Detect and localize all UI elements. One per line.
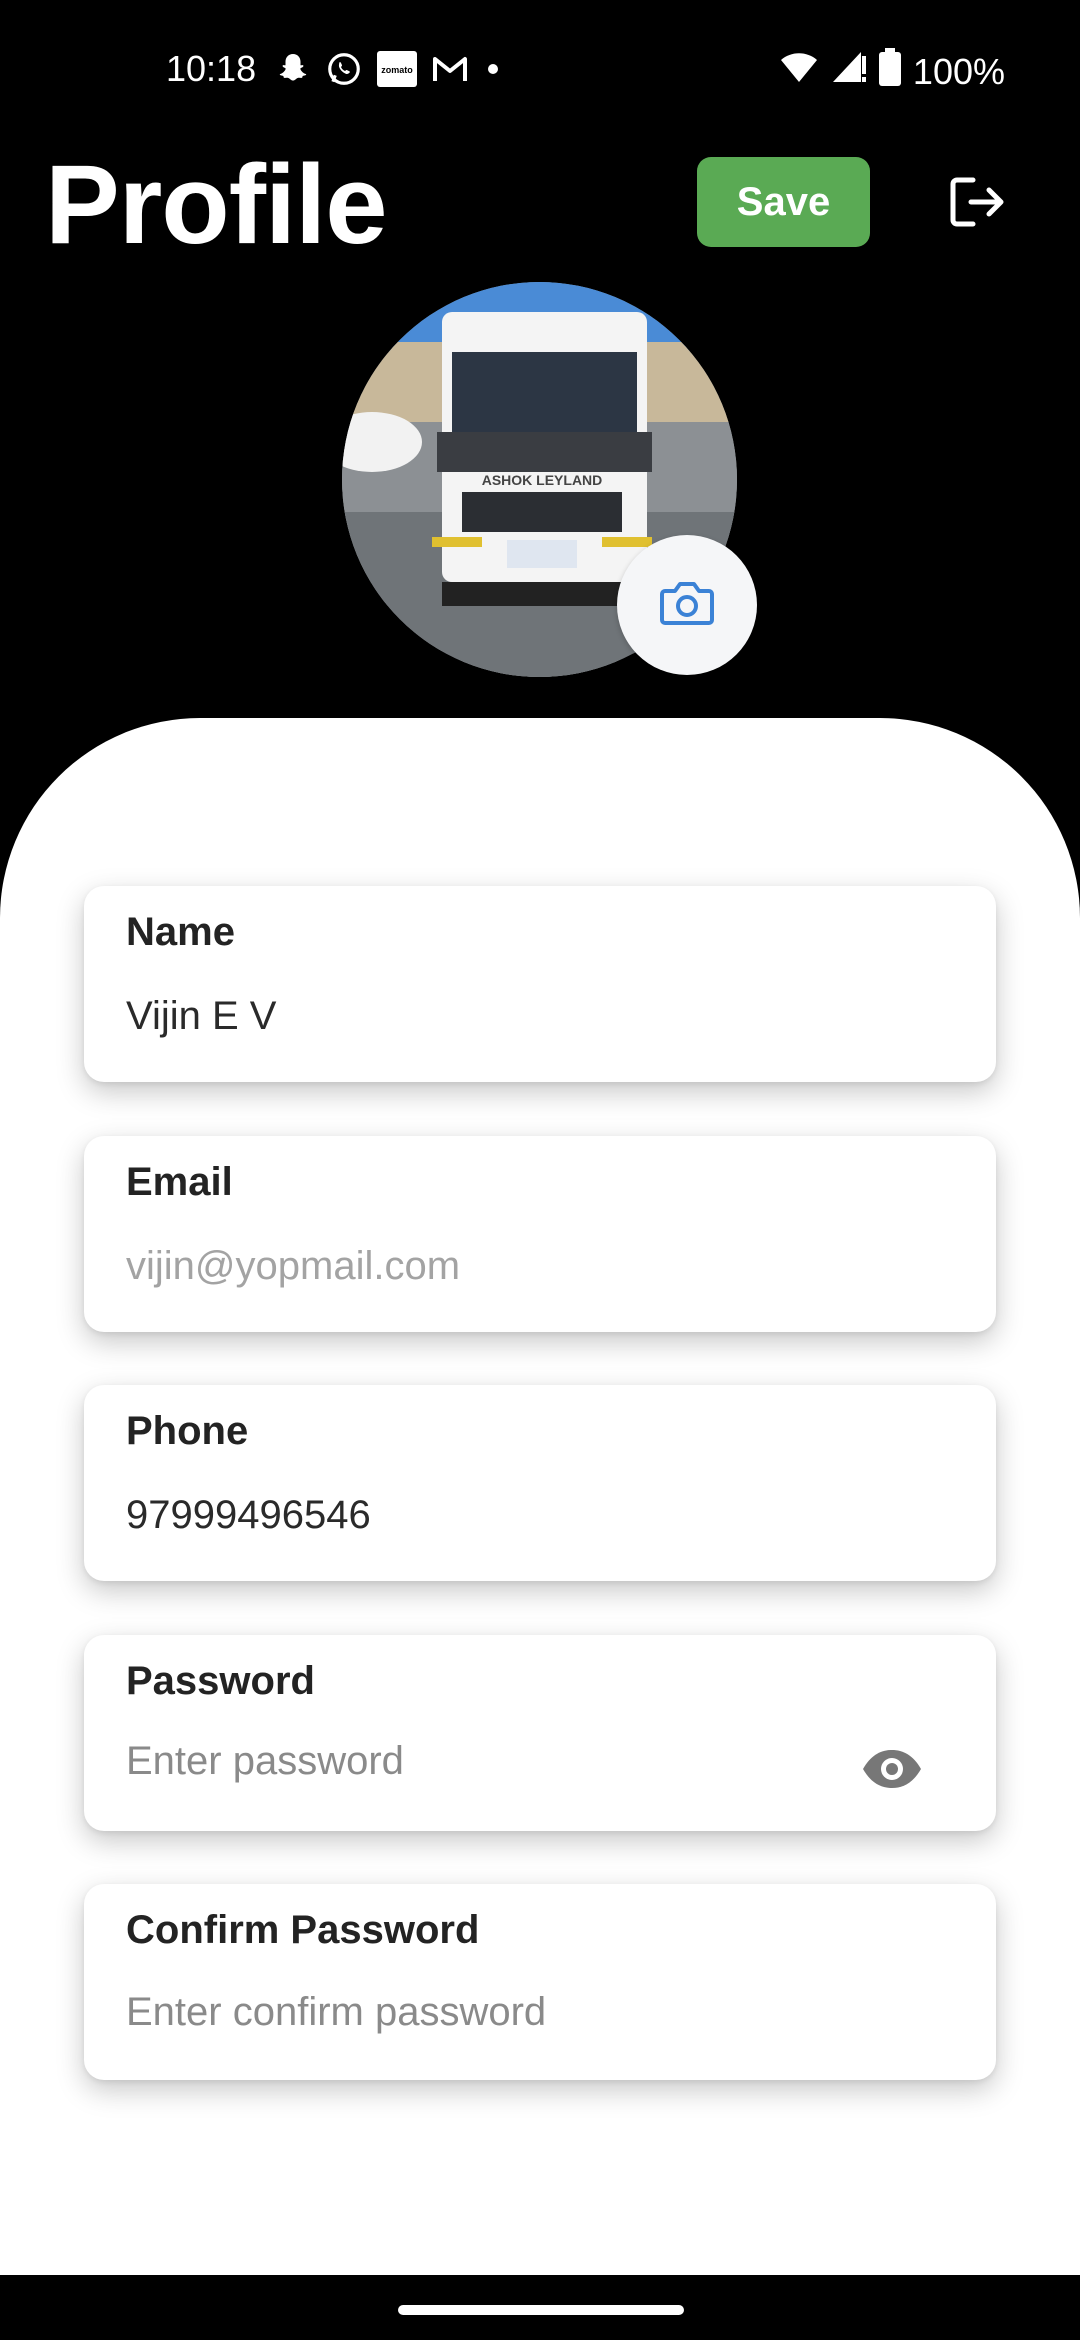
camera-icon: [659, 579, 715, 632]
page-title: Profile: [45, 142, 388, 267]
email-label: Email: [126, 1160, 233, 1204]
phone-field[interactable]: Phone: [84, 1385, 996, 1581]
dot-icon: [483, 59, 503, 79]
save-button[interactable]: Save: [697, 157, 870, 247]
email-field: Email: [84, 1136, 996, 1332]
email-input: [126, 1244, 866, 1289]
home-indicator[interactable]: [398, 2305, 684, 2315]
name-label: Name: [126, 910, 235, 954]
confirm-password-label: Confirm Password: [126, 1908, 480, 1952]
battery-percent: 100%: [912, 50, 1005, 92]
zomato-icon: zomato: [377, 51, 417, 87]
wifi-icon: [779, 50, 819, 93]
battery-icon: [878, 48, 901, 95]
confirm-password-field[interactable]: Confirm Password Enter confirm password: [84, 1884, 996, 2080]
name-input[interactable]: [126, 994, 866, 1039]
svg-text:ASHOK LEYLAND: ASHOK LEYLAND: [482, 472, 603, 488]
status-right: 100%: [779, 48, 1005, 95]
signal-icon: [831, 50, 867, 93]
notification-icons: zomato: [275, 50, 503, 88]
status-bar: 10:18 zomato 100%: [0, 0, 1080, 140]
whatsapp-icon: [325, 50, 363, 88]
svg-text:zomato: zomato: [381, 65, 413, 75]
password-field[interactable]: Password Enter password: [84, 1635, 996, 1831]
confirm-password-input[interactable]: Enter confirm password: [126, 1990, 866, 2035]
snapchat-icon: [275, 51, 311, 87]
phone-label: Phone: [126, 1409, 249, 1453]
camera-button[interactable]: [617, 535, 757, 675]
password-label: Password: [126, 1659, 315, 1703]
phone-input[interactable]: [126, 1493, 866, 1538]
eye-icon[interactable]: [860, 1745, 924, 1793]
logout-icon[interactable]: [945, 170, 1009, 234]
name-field[interactable]: Name: [84, 886, 996, 1082]
status-time: 10:18: [166, 48, 257, 89]
gmail-icon: [431, 53, 469, 85]
password-input[interactable]: Enter password: [126, 1739, 866, 1784]
